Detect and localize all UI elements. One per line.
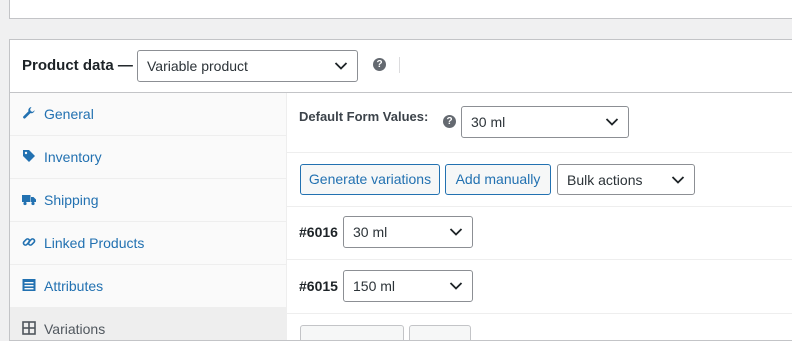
tab-general-label: General: [44, 106, 94, 122]
default-form-values-label: Default Form Values:: [299, 109, 429, 124]
product-data-header: Product data — Variable product ?: [10, 40, 792, 93]
tab-linked-products[interactable]: Linked Products: [10, 222, 286, 265]
tag-icon: [23, 150, 35, 162]
tab-linked-products-label: Linked Products: [44, 235, 145, 251]
product-data-tabs: General Inventory Shipping Linked Produc…: [10, 93, 287, 340]
variation-size-value: 30 ml: [353, 224, 388, 240]
bulk-actions-value: Bulk actions: [567, 171, 643, 188]
generate-variations-button[interactable]: Generate variations: [300, 164, 440, 195]
previous-panel: [9, 0, 792, 19]
divider: [287, 152, 792, 153]
product-type-select[interactable]: Variable product: [137, 50, 358, 82]
header-divider: [399, 57, 400, 73]
tab-inventory[interactable]: Inventory: [10, 136, 286, 179]
truck-icon: [22, 195, 36, 206]
product-type-value: Variable product: [147, 58, 248, 74]
divider: [287, 313, 792, 314]
tab-general[interactable]: General: [10, 93, 286, 136]
chevron-down-icon: [449, 228, 463, 236]
grid-icon: [22, 321, 36, 335]
tab-inventory-label: Inventory: [44, 149, 102, 165]
save-changes-button[interactable]: [300, 325, 404, 340]
variation-size-select[interactable]: 150 ml: [343, 270, 473, 302]
variations-panel: Default Form Values: ? 30 ml Generate va…: [287, 93, 792, 340]
wrench-icon: [23, 107, 35, 119]
chevron-down-icon: [449, 282, 463, 290]
tab-attributes[interactable]: Attributes: [10, 265, 286, 308]
divider: [287, 259, 792, 260]
chevron-down-icon: [671, 175, 685, 184]
tab-variations[interactable]: Variations: [10, 308, 286, 340]
product-data-title: Product data —: [22, 57, 133, 74]
question-icon[interactable]: ?: [443, 115, 456, 128]
tab-variations-label: Variations: [44, 321, 106, 337]
cancel-button[interactable]: [409, 325, 471, 340]
variation-id: #6015: [299, 278, 338, 294]
chevron-down-icon: [334, 62, 348, 70]
list-icon: [22, 279, 36, 291]
divider: [287, 206, 792, 207]
tab-attributes-label: Attributes: [44, 278, 104, 294]
variation-id: #6016: [299, 224, 338, 240]
variation-size-select[interactable]: 30 ml: [343, 216, 473, 248]
link-icon: [22, 238, 36, 246]
bulk-actions-select[interactable]: Bulk actions: [557, 164, 695, 195]
question-icon[interactable]: ?: [373, 58, 386, 71]
variation-size-value: 150 ml: [353, 278, 396, 294]
product-data-panel: Product data — Variable product ? Genera…: [9, 39, 792, 341]
chevron-down-icon: [605, 118, 619, 126]
tab-shipping[interactable]: Shipping: [10, 179, 286, 222]
add-manually-button[interactable]: Add manually: [445, 164, 551, 195]
default-form-value: 30 ml: [471, 114, 506, 130]
default-form-values-select[interactable]: 30 ml: [461, 106, 629, 138]
tab-shipping-label: Shipping: [44, 192, 99, 208]
